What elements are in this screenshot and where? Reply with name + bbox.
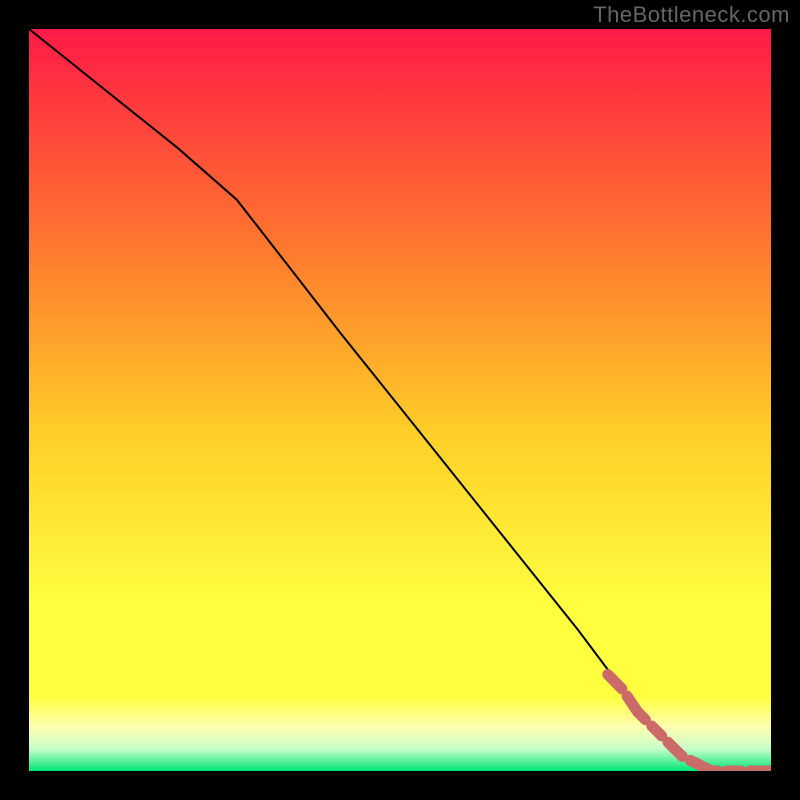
plot-area: [29, 29, 771, 771]
chart-frame: TheBottleneck.com: [0, 0, 800, 800]
watermark-text: TheBottleneck.com: [593, 2, 790, 28]
plot-svg: [29, 29, 771, 771]
gradient-background: [29, 29, 771, 771]
